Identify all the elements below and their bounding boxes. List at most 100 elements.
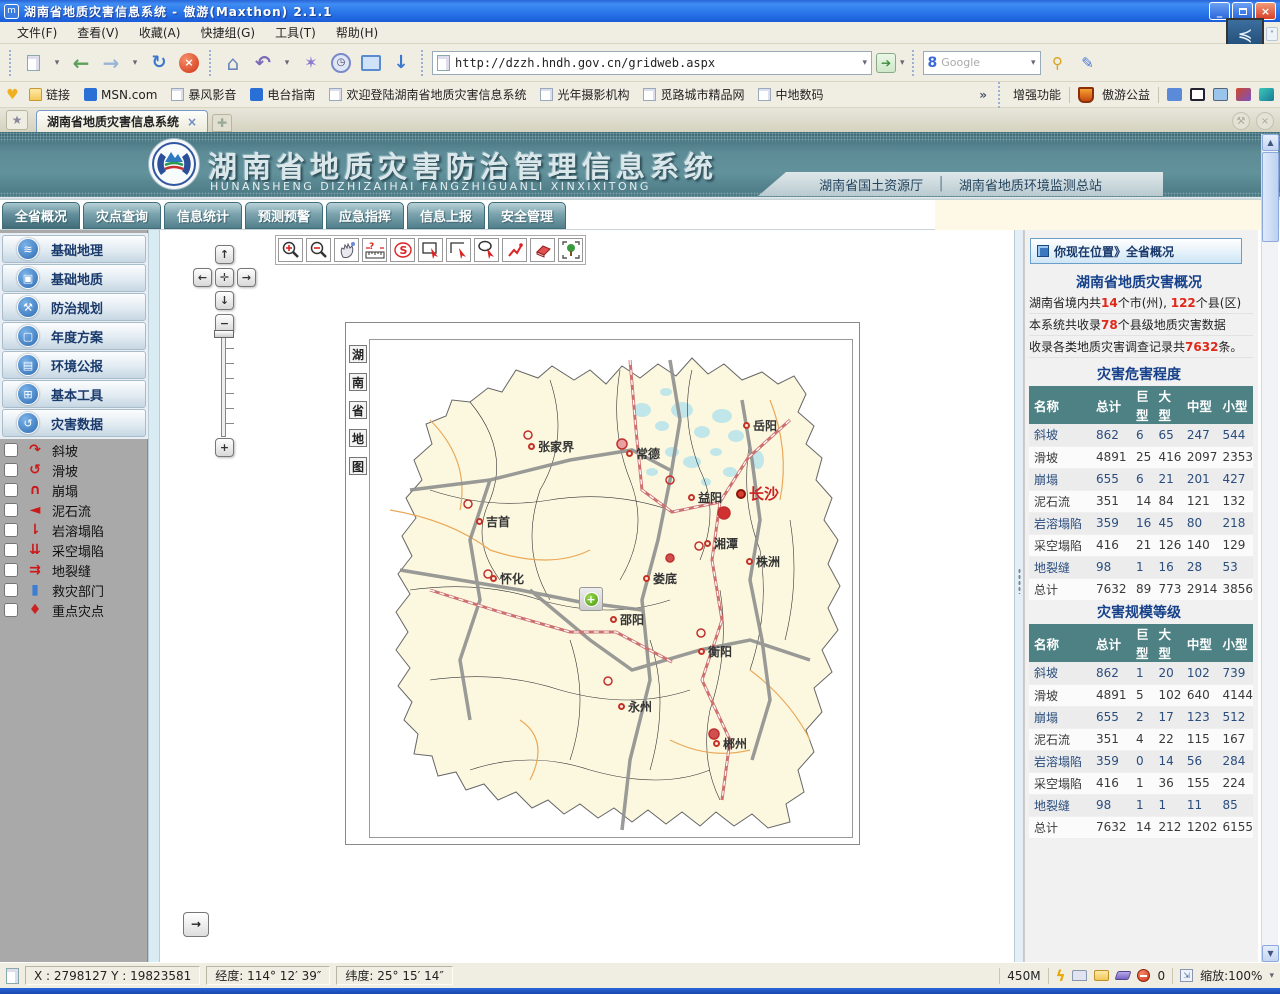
plugins-cube-icon[interactable] bbox=[1259, 88, 1274, 101]
map-city-label[interactable]: 张家界 bbox=[528, 438, 574, 455]
layer-checkbox[interactable] bbox=[4, 523, 18, 537]
browser-scrollbar[interactable]: ▲ ▼ bbox=[1261, 134, 1278, 962]
draw-point-tool-icon[interactable] bbox=[502, 238, 527, 262]
refresh-icon[interactable]: ↻ bbox=[146, 50, 172, 76]
sidebar-section[interactable]: ▤ 环境公报 bbox=[2, 351, 146, 379]
new-page-dropdown-icon[interactable]: ▾ bbox=[50, 50, 64, 76]
map-city-label[interactable]: 永州 bbox=[618, 698, 652, 715]
layer-checkbox[interactable] bbox=[4, 603, 18, 617]
nav-tab[interactable]: 安全管理 bbox=[488, 202, 566, 229]
pan-left-button[interactable]: ← bbox=[193, 268, 212, 287]
org-link-land-resources[interactable]: 湖南省国土资源厅 bbox=[819, 175, 923, 194]
sidebar-section[interactable]: ▣ 基础地质 bbox=[2, 264, 146, 292]
download-icon[interactable]: ↓ bbox=[388, 50, 414, 76]
toolbar-grip[interactable] bbox=[421, 50, 425, 76]
search-icon[interactable]: ⚲ bbox=[1045, 50, 1071, 76]
map-city-label[interactable]: 邵阳 bbox=[610, 611, 644, 628]
go-button[interactable]: ➔ bbox=[876, 53, 896, 73]
resize-icon[interactable]: ⇲ bbox=[1180, 969, 1193, 982]
nav-tab[interactable]: 应急指挥 bbox=[326, 202, 404, 229]
link-item[interactable]: 觅路城市精品网 bbox=[643, 86, 748, 103]
downloads-folder-icon[interactable] bbox=[1094, 970, 1109, 981]
zoom-in-tool-icon[interactable] bbox=[278, 238, 303, 262]
toolbar-grip[interactable] bbox=[998, 82, 1002, 108]
menu-item[interactable]: 收藏(A) bbox=[130, 22, 190, 43]
map-city-label[interactable]: 长沙 bbox=[736, 483, 779, 504]
map-canvas[interactable]: 张家界常德岳阳益阳长沙吉首湘潭株洲怀化娄底邵阳衡阳永州郴州 + bbox=[369, 339, 853, 838]
nav-tab[interactable]: 全省概况 bbox=[2, 202, 80, 229]
toolbar-grip[interactable] bbox=[209, 50, 213, 76]
map-city-label[interactable]: 衡阳 bbox=[698, 643, 732, 660]
scroll-up-icon[interactable]: ▲ bbox=[1262, 134, 1279, 151]
map-city-label[interactable]: 吉首 bbox=[476, 513, 510, 530]
layer-checkbox[interactable] bbox=[4, 543, 18, 557]
sidebar-section[interactable]: ⊞ 基本工具 bbox=[2, 380, 146, 408]
link-item[interactable]: 光年摄影机构 bbox=[540, 86, 633, 103]
select-circle-tool-icon[interactable] bbox=[474, 238, 499, 262]
layer-checkbox[interactable] bbox=[4, 503, 18, 517]
nav-tab[interactable]: 信息上报 bbox=[407, 202, 485, 229]
link-item[interactable]: 暴风影音 bbox=[171, 86, 240, 103]
layer-checkbox[interactable] bbox=[4, 583, 18, 597]
map-city-label[interactable]: 娄底 bbox=[643, 570, 677, 587]
printer-icon[interactable] bbox=[1072, 970, 1087, 981]
link-item[interactable]: 电台指南 bbox=[250, 86, 319, 103]
enhance-features-link[interactable]: 增强功能 bbox=[1013, 86, 1061, 103]
map-layer-tab-char[interactable]: 图 bbox=[349, 457, 367, 475]
zoom-dropdown-icon[interactable]: ▾ bbox=[1269, 971, 1274, 981]
favorites-star-icon[interactable]: ★ bbox=[6, 110, 28, 130]
zoom-out-tool-icon[interactable] bbox=[306, 238, 331, 262]
new-tab-button[interactable]: ✚ bbox=[212, 114, 232, 132]
menu-item[interactable]: 文件(F) bbox=[8, 22, 66, 43]
map-layer-tab-char[interactable]: 省 bbox=[349, 401, 367, 419]
link-item[interactable]: 链接 bbox=[29, 86, 74, 103]
map-city-label[interactable]: 株洲 bbox=[746, 553, 780, 570]
menu-item[interactable]: 工具(T) bbox=[266, 22, 325, 43]
org-link-geo-monitoring[interactable]: 湖南省地质环境监测总站 bbox=[959, 175, 1102, 194]
link-item[interactable]: MSN.com bbox=[84, 86, 161, 103]
window-mode-icon[interactable] bbox=[1190, 88, 1205, 101]
toolbar-grip[interactable] bbox=[912, 50, 916, 76]
map-city-label[interactable]: 郴州 bbox=[713, 735, 747, 752]
favorites-heart-icon[interactable]: ♥ bbox=[6, 88, 19, 101]
map-city-label[interactable]: 益阳 bbox=[688, 489, 722, 506]
scale-tool-icon[interactable]: S bbox=[390, 238, 415, 262]
zoom-in-step-button[interactable]: + bbox=[215, 438, 234, 457]
link-item[interactable]: 中地数码 bbox=[758, 86, 827, 103]
expand-panel-arrow-button[interactable]: → bbox=[183, 912, 209, 937]
select-rect-tool-icon[interactable] bbox=[418, 238, 443, 262]
address-dropdown-icon[interactable]: ▾ bbox=[862, 58, 867, 68]
go-dropdown-icon[interactable]: ▾ bbox=[900, 58, 905, 68]
pan-center-button[interactable]: ✛ bbox=[215, 268, 234, 287]
menu-item[interactable]: 快捷组(G) bbox=[191, 22, 264, 43]
sidebar-section[interactable]: ▢ 年度方案 bbox=[2, 322, 146, 350]
pan-down-button[interactable]: ↓ bbox=[215, 291, 234, 310]
popup-blocker-icon[interactable] bbox=[1137, 969, 1150, 982]
deselect-rect-tool-icon[interactable] bbox=[446, 238, 471, 262]
maxthon-charity-link[interactable]: 傲游公益 bbox=[1102, 86, 1150, 103]
proxy-icon[interactable] bbox=[1167, 88, 1182, 101]
add-marker-button[interactable]: + bbox=[579, 587, 603, 611]
map-city-label[interactable]: 岳阳 bbox=[743, 417, 777, 434]
eraser-tool-icon[interactable] bbox=[530, 238, 555, 262]
pan-up-button[interactable]: ↑ bbox=[215, 245, 234, 264]
new-page-icon[interactable] bbox=[20, 50, 46, 76]
toolbar-grip[interactable] bbox=[9, 50, 13, 76]
map-city-label[interactable]: 湘潭 bbox=[704, 535, 738, 552]
sidebar-section[interactable]: ≋ 基础地理 bbox=[2, 235, 146, 263]
tools-wrench-icon[interactable]: ⚒ bbox=[1232, 112, 1250, 130]
address-input[interactable] bbox=[455, 56, 857, 70]
magic-filter-icon[interactable]: ✶ bbox=[298, 50, 324, 76]
menu-item[interactable]: 查看(V) bbox=[68, 22, 128, 43]
layer-checkbox[interactable] bbox=[4, 463, 18, 477]
notes-icon[interactable] bbox=[1213, 88, 1228, 101]
menu-item[interactable]: 帮助(H) bbox=[327, 22, 387, 43]
window-list-icon[interactable] bbox=[358, 50, 384, 76]
toolbar-collapse-chevron-icon[interactable]: ˅ bbox=[1266, 27, 1278, 41]
full-extent-tool-icon[interactable] bbox=[558, 238, 583, 262]
close-tabs-icon[interactable]: × bbox=[1256, 112, 1274, 130]
nav-tab[interactable]: 信息统计 bbox=[164, 202, 242, 229]
search-input[interactable]: Google bbox=[941, 56, 1027, 69]
scroll-down-icon[interactable]: ▼ bbox=[1262, 945, 1279, 962]
zoom-slider-thumb[interactable] bbox=[214, 330, 234, 338]
